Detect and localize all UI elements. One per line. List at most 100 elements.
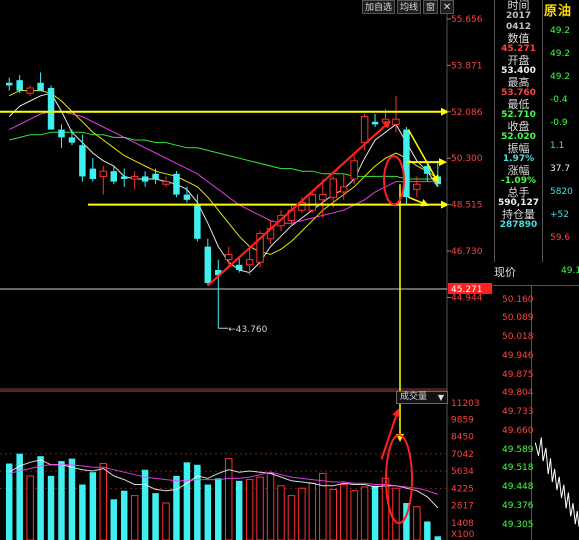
volume-indicator-dropdown[interactable]: 成交量 ▼ — [396, 391, 448, 404]
candle-body — [89, 168, 97, 179]
moving-average-button[interactable]: 均线 — [397, 0, 422, 14]
candle-body — [68, 137, 76, 143]
volume-label: 总手 — [507, 186, 530, 199]
candle-body — [319, 194, 327, 201]
volume-bar — [329, 488, 337, 540]
candle-body — [120, 176, 128, 179]
volume-bar — [434, 536, 442, 540]
volume-bar — [68, 458, 76, 540]
volume-bar — [79, 484, 86, 540]
amplitude-label: 振幅 — [507, 142, 530, 155]
realtime-price-label: 现价 — [494, 266, 516, 279]
candle-body — [245, 259, 254, 266]
price-tick-label: 46.730 — [451, 247, 483, 257]
close-icon[interactable]: ✕ — [440, 0, 455, 14]
volume-bar — [360, 486, 369, 540]
low-annotation-label: ←43.760 — [228, 325, 267, 335]
realtime-tick-label: 49.733 — [502, 406, 534, 417]
candle-body — [371, 121, 379, 125]
volume-bar — [287, 495, 296, 540]
candle-body — [329, 178, 337, 198]
volume-bar — [319, 472, 327, 540]
volume-bar — [245, 479, 254, 540]
volume-tick-label: 8450 — [451, 433, 474, 443]
volume-bar — [47, 475, 55, 540]
volume-bar — [339, 484, 348, 540]
realtime-tick-label: 49.946 — [502, 350, 534, 361]
chevron-down-icon: ▼ — [437, 393, 444, 402]
candle-body — [130, 175, 139, 180]
open-interest-label: 持仓量 — [502, 208, 535, 221]
volume-bar — [120, 490, 128, 540]
candle-body — [99, 170, 108, 177]
candle-body — [5, 82, 13, 86]
candle-body — [360, 116, 369, 144]
volume-tick-label: 4225 — [451, 484, 474, 494]
bar-info-panel: 时间 2017 0412 数值 45.271 开盘 53.400 最高 53.7… — [494, 0, 543, 262]
candle-body — [194, 205, 201, 239]
candle-body — [204, 246, 212, 283]
highlight-ellipse-price — [383, 155, 405, 206]
candle-body — [392, 118, 400, 125]
realtime-price-value: 49.1 — [561, 266, 579, 276]
volume-bar — [152, 493, 159, 540]
volume-bar — [130, 495, 139, 540]
volume-tick-label: 1408 — [451, 519, 474, 529]
open-label: 开盘 — [507, 54, 530, 67]
volume-bar — [413, 506, 421, 540]
realtime-tick-label: 49.875 — [502, 369, 534, 380]
volume-tick-label: 7042 — [451, 450, 474, 460]
price-tick-label: 50.300 — [451, 154, 483, 164]
realtime-tick-label: 49.305 — [502, 519, 534, 530]
open-interest-value: 287890 — [499, 220, 538, 230]
side-quote-value: 49.2 — [550, 26, 571, 36]
price-tick-label: 55.656 — [451, 15, 483, 25]
kline-chart: ←43.760 55.656 53.871 52.086 50.300 48.515 46… — [0, 0, 579, 540]
candle-body — [162, 181, 170, 185]
volume-bar — [371, 485, 379, 540]
volume-bar — [141, 469, 149, 540]
volume-indicator-label: 成交量 — [400, 392, 428, 402]
volume-bar — [58, 461, 65, 540]
candle-body — [16, 80, 23, 91]
candle-body — [413, 183, 421, 190]
realtime-tick-label: 49.660 — [502, 426, 534, 437]
side-quote-value: 59.6 — [550, 233, 571, 243]
instrument-name: 原油 — [544, 4, 573, 19]
volume-bar — [5, 463, 13, 540]
volume-bar — [266, 472, 275, 540]
window-button[interactable]: 窗 — [423, 0, 439, 14]
candle-body — [26, 87, 34, 94]
price-tick-label: 48.515 — [451, 201, 483, 211]
volume-bar — [173, 475, 180, 540]
add-favorite-button[interactable]: 加自选 — [362, 0, 396, 14]
realtime-tick-label: 49.589 — [502, 444, 534, 455]
trend-arrow-down — [407, 129, 439, 184]
change-label: 涨幅 — [507, 164, 530, 177]
candle-body — [235, 264, 243, 270]
volume-bar — [16, 453, 23, 540]
ma-line-ma10 — [8, 90, 439, 255]
volume-bar — [277, 485, 285, 540]
side-quote-value: 5820 — [550, 187, 573, 197]
volume-bar — [110, 499, 117, 540]
volume-bar — [424, 521, 431, 540]
candle-body — [110, 171, 117, 182]
volume-bar — [350, 490, 358, 540]
candle-body — [37, 82, 44, 91]
candle-body — [308, 194, 317, 211]
time-label: 时间 — [507, 0, 530, 12]
volume-bar — [162, 502, 170, 540]
candle-body — [47, 88, 55, 130]
candle-body — [152, 173, 159, 179]
realtime-tick-label: 49.518 — [502, 463, 534, 474]
price-tick-label: 52.086 — [451, 108, 483, 118]
side-quote-value: 49.2 — [550, 49, 571, 59]
realtime-tick-label: 49.804 — [502, 388, 534, 399]
volume-tick-label: 2817 — [451, 502, 474, 512]
volume-bar — [89, 472, 97, 540]
volume-bar — [26, 475, 34, 540]
candle-body — [58, 129, 65, 138]
candle-body — [173, 173, 180, 195]
volume-bar — [308, 482, 317, 540]
